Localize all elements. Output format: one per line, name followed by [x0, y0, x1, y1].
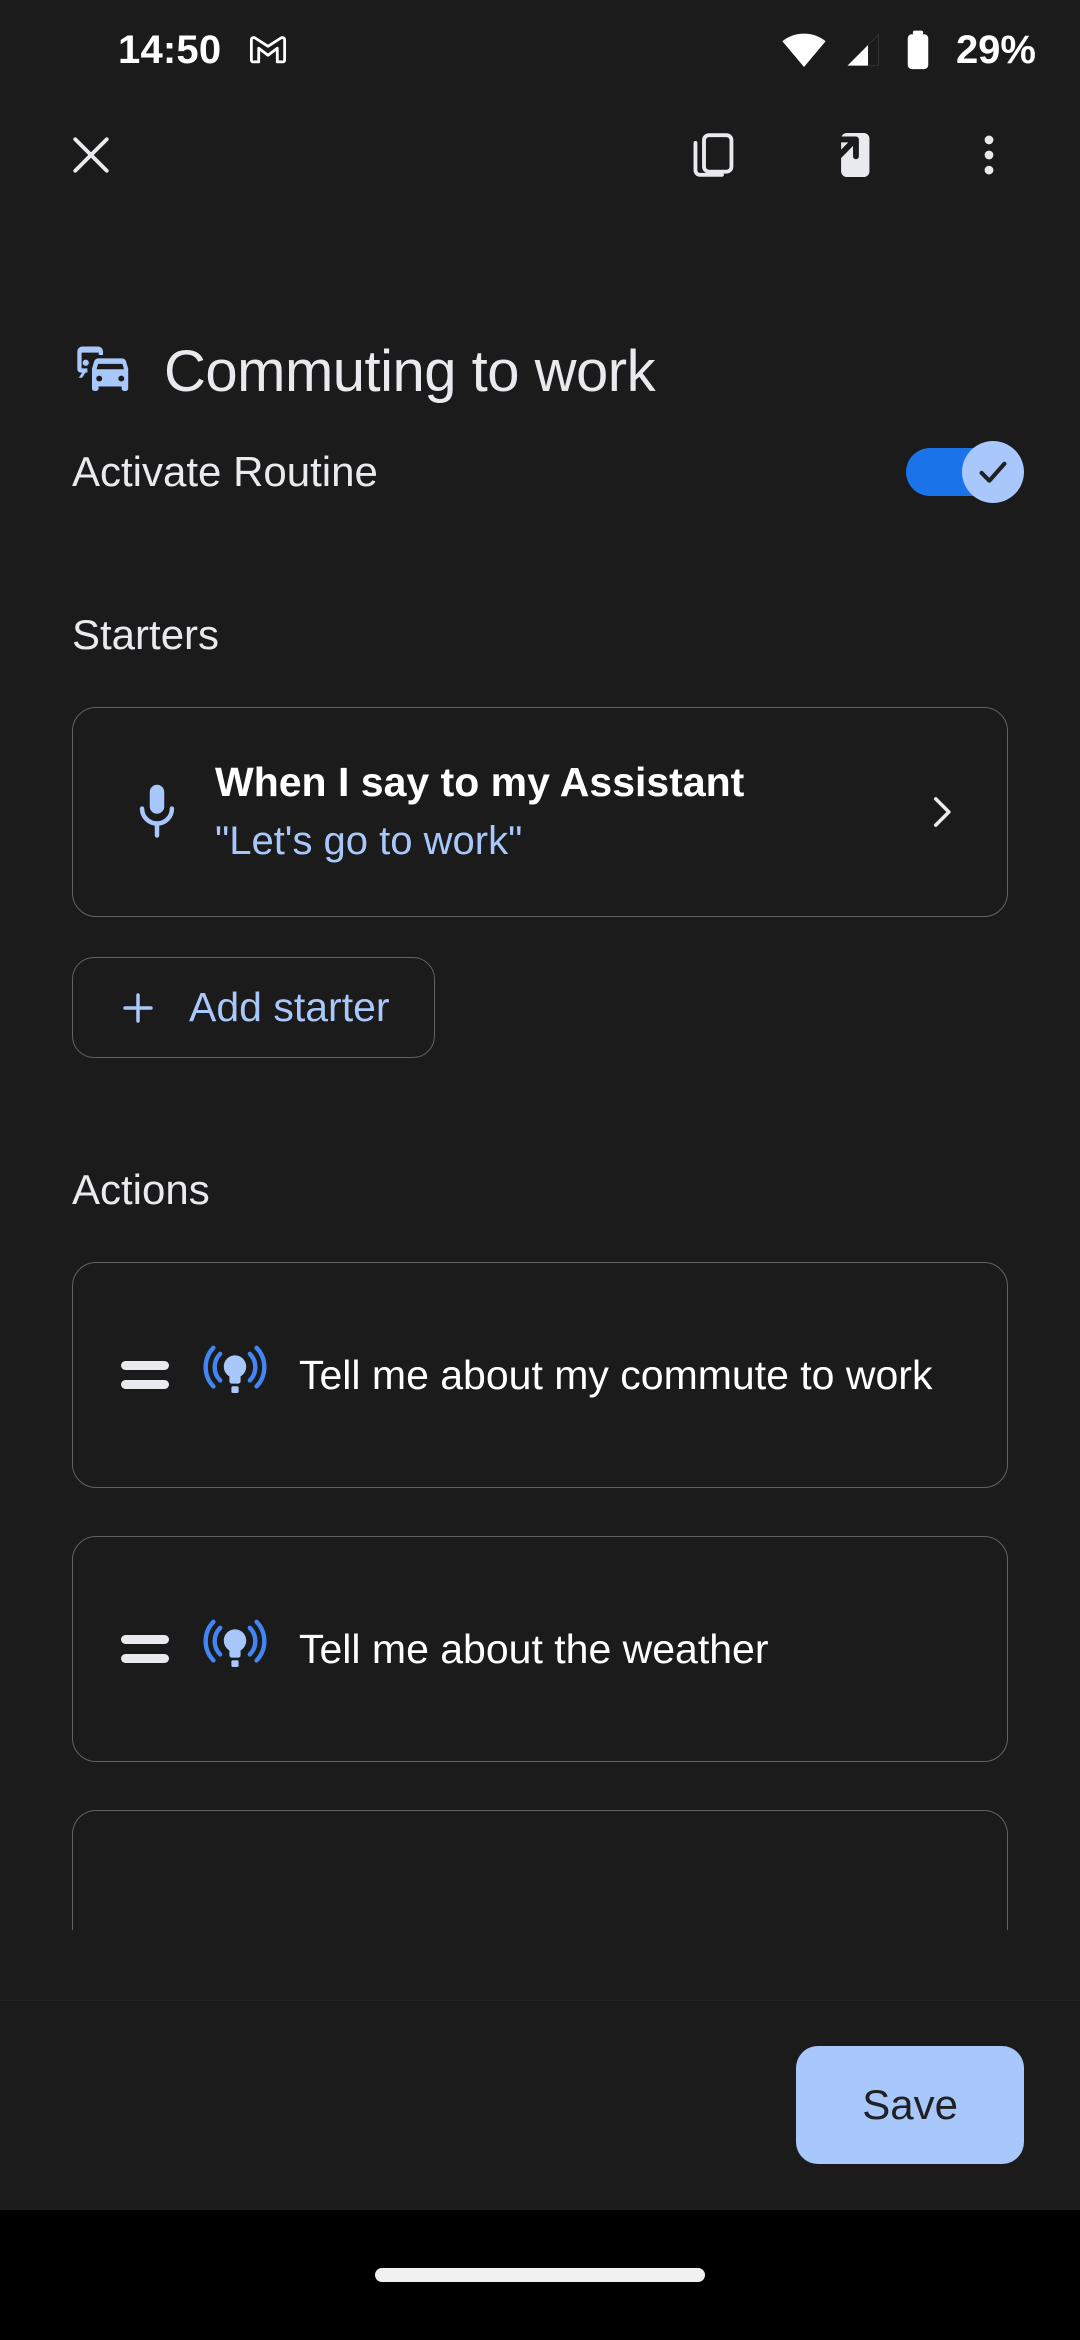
close-icon	[64, 128, 118, 182]
drag-bar	[121, 1654, 169, 1663]
more-options-icon	[962, 128, 1016, 182]
status-bar-left: 14:50	[118, 28, 289, 73]
home-gesture-pill[interactable]	[375, 2268, 705, 2282]
toggle-thumb	[962, 441, 1024, 503]
action-card[interactable]: Tell me about the weather	[72, 1536, 1008, 1762]
add-starter-button[interactable]: Add starter	[72, 957, 435, 1058]
chevron-right-icon[interactable]	[911, 791, 971, 833]
starter-card-body: When I say to my Assistant "Let's go to …	[205, 757, 911, 866]
activate-routine-toggle[interactable]	[906, 441, 1024, 503]
starter-title: When I say to my Assistant	[215, 759, 745, 806]
plus-icon	[117, 987, 159, 1029]
action-card[interactable]: Tell me about my commute to work	[72, 1262, 1008, 1488]
status-bar-right: 29%	[780, 26, 1036, 74]
drag-bar	[121, 1361, 169, 1370]
action-label: Tell me about my commute to work	[299, 1351, 933, 1398]
actions-section-label: Actions	[72, 1166, 210, 1213]
routine-scroll-area[interactable]: Commuting to work Activate Routine Start…	[0, 210, 1080, 2000]
microphone-icon	[109, 780, 205, 844]
bottom-action-bar: Save	[0, 2000, 1080, 2210]
check-icon	[974, 453, 1012, 491]
phone-screen: 14:50 29% Commuting to work Activate Rou…	[0, 0, 1080, 2340]
action-card-partial[interactable]	[72, 1810, 1008, 1930]
wifi-icon	[780, 26, 828, 74]
starter-card[interactable]: When I say to my Assistant "Let's go to …	[72, 707, 1008, 917]
assistant-broadcast-icon	[187, 1617, 283, 1681]
more-options-button[interactable]	[944, 110, 1034, 200]
commute-icon	[72, 344, 138, 400]
status-bar: 14:50 29%	[0, 0, 1080, 100]
app-toolbar	[0, 100, 1080, 210]
duplicate-routine-icon	[686, 128, 740, 182]
activate-routine-row[interactable]: Activate Routine	[72, 441, 1024, 503]
activate-routine-label: Activate Routine	[72, 448, 378, 495]
status-bar-clock: 14:50	[118, 27, 222, 72]
toolbar-actions	[668, 110, 1034, 200]
system-navigation-bar	[0, 2210, 1080, 2340]
send-to-device-icon	[824, 128, 878, 182]
routine-title-row: Commuting to work	[72, 338, 1080, 405]
close-button[interactable]	[46, 110, 136, 200]
cellular-signal-icon	[842, 28, 886, 72]
action-label: Tell me about the weather	[299, 1625, 769, 1672]
duplicate-routine-button[interactable]	[668, 110, 758, 200]
save-button[interactable]: Save	[796, 2046, 1024, 2164]
add-starter-label: Add starter	[189, 984, 390, 1030]
starter-subtitle: "Let's go to work"	[215, 818, 523, 863]
assistant-broadcast-icon	[187, 1343, 283, 1407]
drag-handle-icon[interactable]	[103, 1361, 187, 1389]
drag-bar	[121, 1635, 169, 1644]
drag-bar	[121, 1380, 169, 1389]
gmail-icon	[247, 29, 289, 71]
battery-icon	[900, 28, 936, 72]
send-to-device-button[interactable]	[806, 110, 896, 200]
drag-handle-icon[interactable]	[103, 1635, 187, 1663]
page-title: Commuting to work	[164, 339, 656, 404]
starters-section-label: Starters	[72, 611, 220, 658]
battery-percent-label: 29%	[955, 27, 1036, 72]
